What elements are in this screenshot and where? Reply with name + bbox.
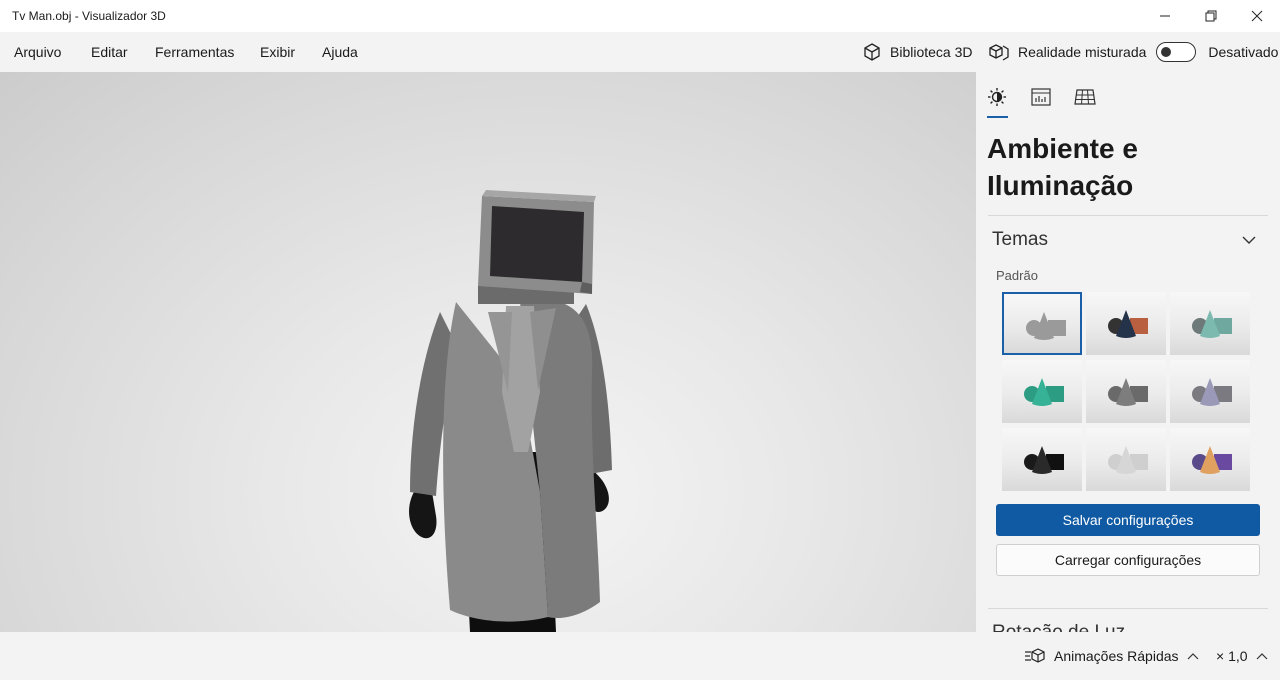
mixed-reality-icon bbox=[989, 44, 1009, 61]
animations-label: Animações Rápidas bbox=[1054, 648, 1179, 664]
theme-preview-icon bbox=[1026, 312, 1066, 340]
library-3d-label: Biblioteca 3D bbox=[890, 44, 973, 60]
sun-icon bbox=[988, 88, 1006, 106]
theme-tile-purple-orange[interactable] bbox=[1170, 428, 1250, 491]
menu-ajuda[interactable]: Ajuda bbox=[320, 32, 360, 72]
minimize-button[interactable] bbox=[1142, 0, 1188, 32]
close-button[interactable] bbox=[1234, 0, 1280, 32]
theme-preview-icon bbox=[1108, 446, 1148, 474]
title-bar: Tv Man.obj - Visualizador 3D bbox=[0, 0, 1280, 32]
speed-label: × 1,0 bbox=[1216, 648, 1248, 664]
3d-viewport[interactable] bbox=[0, 72, 976, 632]
cube-icon bbox=[864, 43, 880, 61]
theme-tile-default[interactable] bbox=[1002, 292, 1082, 355]
grid-icon bbox=[1074, 89, 1096, 105]
minimize-icon bbox=[1160, 15, 1170, 17]
menu-exibir[interactable]: Exibir bbox=[258, 32, 297, 72]
light-rotation-header[interactable]: Rotação de Luz bbox=[992, 622, 1125, 632]
animation-cube-icon bbox=[1025, 648, 1045, 663]
toggle-knob bbox=[1161, 47, 1172, 57]
theme-tile-dark-orange[interactable] bbox=[1086, 292, 1166, 355]
mixed-reality-label: Realidade misturada bbox=[1018, 44, 1147, 60]
theme-preview-icon bbox=[1192, 446, 1232, 474]
theme-tile-lavender[interactable] bbox=[1170, 360, 1250, 423]
status-bar: Animações Rápidas × 1,0 bbox=[0, 632, 1280, 680]
load-settings-button[interactable]: Carregar configurações bbox=[996, 544, 1260, 576]
theme-preview-icon bbox=[1108, 310, 1148, 338]
theme-tile-green[interactable] bbox=[1002, 360, 1082, 423]
themes-header[interactable]: Temas bbox=[992, 229, 1048, 251]
divider bbox=[988, 608, 1268, 609]
library-3d-button[interactable]: Biblioteca 3D bbox=[862, 32, 973, 72]
stats-icon bbox=[1031, 88, 1051, 106]
theme-preview-icon bbox=[1192, 310, 1232, 338]
animations-button[interactable]: Animações Rápidas bbox=[1024, 632, 1199, 680]
restore-button[interactable] bbox=[1188, 0, 1234, 32]
menu-editar[interactable]: Editar bbox=[89, 32, 130, 72]
settings-panel: Ambiente e Iluminação Temas Padrão Salva… bbox=[976, 72, 1280, 632]
mixed-reality-toggle[interactable] bbox=[1156, 42, 1197, 62]
restore-icon bbox=[1205, 10, 1217, 22]
menu-ferramentas[interactable]: Ferramentas bbox=[153, 32, 236, 72]
mixed-reality-group: Realidade misturada Desativado bbox=[988, 32, 1278, 72]
close-icon bbox=[1251, 10, 1263, 22]
save-settings-button[interactable]: Salvar configurações bbox=[996, 504, 1260, 536]
chevron-down-icon[interactable] bbox=[1242, 235, 1256, 245]
tab-environment[interactable] bbox=[986, 86, 1008, 108]
chevron-up-icon bbox=[1187, 653, 1198, 660]
divider bbox=[988, 215, 1268, 216]
tab-statistics[interactable] bbox=[1030, 86, 1052, 108]
theme-preview-icon bbox=[1192, 378, 1232, 406]
theme-grid bbox=[1002, 292, 1250, 492]
active-tab-indicator bbox=[987, 116, 1008, 118]
chevron-up-icon bbox=[1256, 653, 1267, 660]
theme-preview-icon bbox=[1024, 378, 1064, 406]
theme-tile-teal[interactable] bbox=[1170, 292, 1250, 355]
tv-man-model[interactable] bbox=[0, 72, 976, 632]
menu-bar: Arquivo Editar Ferramentas Exibir Ajuda … bbox=[0, 32, 1280, 72]
menu-arquivo[interactable]: Arquivo bbox=[12, 32, 63, 72]
theme-preview-icon bbox=[1108, 378, 1148, 406]
panel-title: Ambiente e Iluminação bbox=[987, 133, 1138, 201]
toggle-state-label: Desativado bbox=[1208, 44, 1279, 60]
themes-sublabel: Padrão bbox=[996, 268, 1038, 283]
speed-button[interactable]: × 1,0 bbox=[1216, 632, 1268, 680]
window-title: Tv Man.obj - Visualizador 3D bbox=[12, 9, 166, 23]
theme-tile-gray[interactable] bbox=[1086, 360, 1166, 423]
theme-preview-icon bbox=[1024, 446, 1064, 474]
theme-tile-black[interactable] bbox=[1002, 428, 1082, 491]
tab-grid[interactable] bbox=[1074, 86, 1096, 108]
theme-tile-white[interactable] bbox=[1086, 428, 1166, 491]
